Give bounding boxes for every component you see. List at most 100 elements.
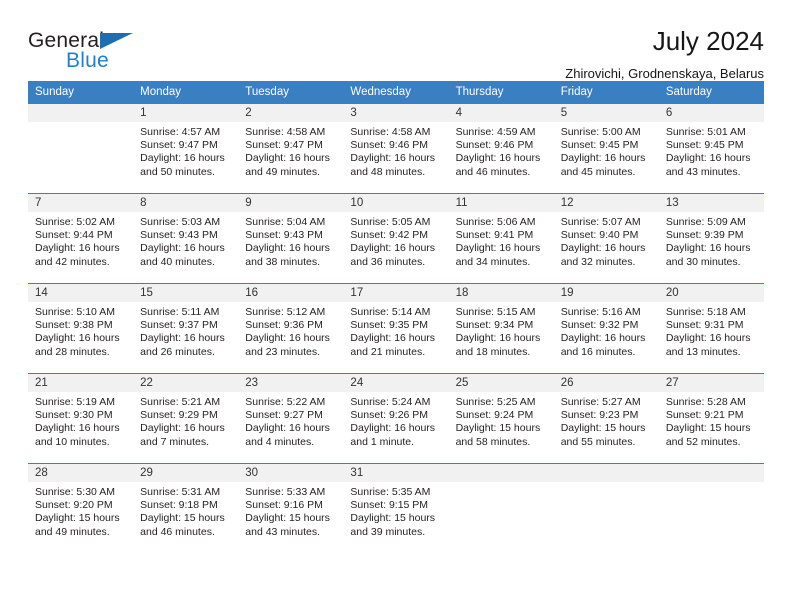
day-cell-content: 15 Sunrise: 5:11 AM Sunset: 9:37 PM Dayligh… (133, 284, 239, 373)
day-number: 21 (28, 374, 134, 392)
calendar-day-cell[interactable]: 13 Sunrise: 5:09 AM Sunset: 9:39 PM Dayligh… (658, 193, 764, 284)
day-details: Sunrise: 4:57 AM Sunset: 9:47 PM Daylight:… (133, 122, 238, 179)
daylight-text: Daylight: 16 hours (245, 422, 330, 435)
day-number: 16 (238, 284, 344, 302)
day-details: Sunrise: 5:14 AM Sunset: 9:35 PM Daylight:… (343, 302, 448, 359)
sunset-text: Sunset: 9:42 PM (350, 229, 429, 242)
daylight-text: Daylight: 16 hours (140, 242, 225, 255)
calendar-day-cell[interactable]: 8 Sunrise: 5:03 AM Sunset: 9:43 PM Daylight… (133, 193, 239, 284)
daylight-text: and 30 minutes. (665, 255, 741, 268)
calendar-day-cell[interactable]: 17 Sunrise: 5:14 AM Sunset: 9:35 PM Dayligh… (343, 283, 449, 374)
calendar-day-cell[interactable]: 29 Sunrise: 5:31 AM Sunset: 9:18 PM Dayligh… (133, 463, 239, 553)
day-cell-content: 16 Sunrise: 5:12 AM Sunset: 9:36 PM Dayligh… (238, 284, 344, 373)
daylight-text: and 23 minutes. (245, 345, 320, 358)
sunrise-text: Sunrise: 5:06 AM (455, 216, 536, 228)
day-number: 13 (658, 194, 764, 212)
sunset-text: Sunset: 9:16 PM (245, 499, 323, 512)
sunset-text: Sunset: 9:20 PM (35, 499, 113, 512)
general-blue-logo[interactable]: General Blue (28, 28, 140, 76)
daylight-text: and 46 minutes. (140, 525, 215, 538)
daylight-text: Daylight: 16 hours (455, 242, 541, 255)
day-cell-content: 8 Sunrise: 5:03 AM Sunset: 9:43 PM Daylight… (133, 194, 239, 283)
calendar-day-cell[interactable]: 28 Sunrise: 5:30 AM Sunset: 9:20 PM Dayligh… (28, 463, 134, 553)
day-details: Sunrise: 4:58 AM Sunset: 9:46 PM Daylight:… (343, 122, 448, 179)
calendar-day-cell[interactable]: 7 Sunrise: 5:02 AM Sunset: 9:44 PM Daylight… (28, 193, 134, 284)
calendar-day-cell[interactable]: 6 Sunrise: 5:01 AM Sunset: 9:45 PM Daylight… (658, 103, 764, 194)
day-number: 28 (28, 464, 134, 482)
sunrise-text: Sunrise: 5:01 AM (665, 126, 746, 138)
calendar-day-cell[interactable]: 4 Sunrise: 4:59 AM Sunset: 9:46 PM Daylight… (448, 103, 554, 194)
calendar-day-cell[interactable]: 10 Sunrise: 5:05 AM Sunset: 9:42 PM Dayligh… (343, 193, 449, 284)
day-number: 9 (238, 194, 344, 212)
calendar-day-cell[interactable]: 16 Sunrise: 5:12 AM Sunset: 9:36 PM Dayligh… (238, 283, 344, 374)
calendar-day-cell[interactable]: 21 Sunrise: 5:19 AM Sunset: 9:30 PM Dayligh… (28, 373, 134, 464)
daylight-text: Daylight: 16 hours (560, 332, 646, 345)
sunrise-text: Sunrise: 5:07 AM (560, 216, 641, 228)
calendar-day-cell[interactable]: 23 Sunrise: 5:22 AM Sunset: 9:27 PM Dayligh… (238, 373, 344, 464)
sunrise-text: Sunrise: 5:16 AM (560, 306, 641, 318)
day-number (448, 464, 554, 482)
day-cell-content: 1 Sunrise: 4:57 AM Sunset: 9:47 PM Daylight… (133, 104, 239, 193)
sunset-text: Sunset: 9:32 PM (560, 319, 639, 332)
daylight-text: and 55 minutes. (560, 435, 636, 448)
day-cell-content: 3 Sunrise: 4:58 AM Sunset: 9:46 PM Daylight… (343, 104, 449, 193)
daylight-text: Daylight: 16 hours (35, 242, 120, 255)
calendar-empty-cell (28, 103, 134, 194)
weekday-header-tuesday: Tuesday (238, 81, 344, 104)
calendar-day-cell[interactable]: 24 Sunrise: 5:24 AM Sunset: 9:26 PM Dayligh… (343, 373, 449, 464)
weekday-header-friday: Friday (553, 81, 659, 104)
daylight-text: Daylight: 16 hours (455, 332, 541, 345)
day-number: 12 (553, 194, 659, 212)
calendar-week-row: 14 Sunrise: 5:10 AM Sunset: 9:38 PM Dayligh… (28, 283, 764, 374)
calendar-day-cell[interactable]: 5 Sunrise: 5:00 AM Sunset: 9:45 PM Daylight… (553, 103, 659, 194)
calendar-day-cell[interactable]: 22 Sunrise: 5:21 AM Sunset: 9:29 PM Dayligh… (133, 373, 239, 464)
calendar-day-cell[interactable]: 19 Sunrise: 5:16 AM Sunset: 9:32 PM Dayligh… (553, 283, 659, 374)
daylight-text: and 49 minutes. (35, 525, 110, 538)
day-details: Sunrise: 5:04 AM Sunset: 9:43 PM Daylight:… (238, 212, 343, 269)
day-details (659, 482, 764, 486)
day-cell-content: 21 Sunrise: 5:19 AM Sunset: 9:30 PM Dayligh… (28, 374, 134, 463)
day-details: Sunrise: 5:00 AM Sunset: 9:45 PM Daylight:… (554, 122, 659, 179)
calendar-day-cell[interactable]: 14 Sunrise: 5:10 AM Sunset: 9:38 PM Dayligh… (28, 283, 134, 374)
calendar-day-cell[interactable]: 9 Sunrise: 5:04 AM Sunset: 9:43 PM Daylight… (238, 193, 344, 284)
day-cell-content: 10 Sunrise: 5:05 AM Sunset: 9:42 PM Dayligh… (343, 194, 449, 283)
sunrise-text: Sunrise: 5:03 AM (140, 216, 221, 228)
calendar-day-cell[interactable]: 31 Sunrise: 5:35 AM Sunset: 9:15 PM Dayligh… (343, 463, 449, 553)
logo-text-blue: Blue (66, 49, 109, 72)
page-header: General Blue July 2024 Zhirovichi, Grodn… (28, 0, 764, 81)
sunset-text: Sunset: 9:47 PM (140, 139, 218, 152)
sunrise-text: Sunrise: 5:12 AM (245, 306, 326, 318)
calendar-day-cell[interactable]: 2 Sunrise: 4:58 AM Sunset: 9:47 PM Daylight… (238, 103, 344, 194)
logo-triangle-icon (100, 33, 133, 49)
calendar-day-cell[interactable]: 12 Sunrise: 5:07 AM Sunset: 9:40 PM Dayligh… (553, 193, 659, 284)
daylight-text: Daylight: 16 hours (245, 242, 330, 255)
day-cell-content: 22 Sunrise: 5:21 AM Sunset: 9:29 PM Dayligh… (133, 374, 239, 463)
calendar-day-cell[interactable]: 26 Sunrise: 5:27 AM Sunset: 9:23 PM Dayligh… (553, 373, 659, 464)
sunrise-text: Sunrise: 5:24 AM (350, 396, 431, 408)
sunrise-text: Sunrise: 5:22 AM (245, 396, 326, 408)
day-details: Sunrise: 5:21 AM Sunset: 9:29 PM Daylight:… (133, 392, 238, 449)
daylight-text: Daylight: 16 hours (350, 242, 436, 255)
calendar-body: 1 Sunrise: 4:57 AM Sunset: 9:47 PM Daylight… (28, 103, 764, 553)
calendar-day-cell[interactable]: 15 Sunrise: 5:11 AM Sunset: 9:37 PM Dayligh… (133, 283, 239, 374)
daylight-text: and 58 minutes. (455, 435, 531, 448)
calendar-day-cell[interactable]: 1 Sunrise: 4:57 AM Sunset: 9:47 PM Daylight… (133, 103, 239, 194)
calendar-day-cell[interactable]: 25 Sunrise: 5:25 AM Sunset: 9:24 PM Dayligh… (448, 373, 554, 464)
daylight-text: and 45 minutes. (560, 165, 636, 178)
calendar-day-cell[interactable]: 18 Sunrise: 5:15 AM Sunset: 9:34 PM Dayligh… (448, 283, 554, 374)
logo-text-general: General (28, 29, 105, 52)
day-cell-content (448, 464, 554, 553)
daylight-text: Daylight: 16 hours (350, 422, 436, 435)
sunrise-text: Sunrise: 5:28 AM (665, 396, 746, 408)
calendar-day-cell[interactable]: 27 Sunrise: 5:28 AM Sunset: 9:21 PM Dayligh… (658, 373, 764, 464)
calendar-day-cell[interactable]: 11 Sunrise: 5:06 AM Sunset: 9:41 PM Dayligh… (448, 193, 554, 284)
day-cell-content: 25 Sunrise: 5:25 AM Sunset: 9:24 PM Dayligh… (448, 374, 554, 463)
sunrise-text: Sunrise: 4:57 AM (140, 126, 221, 138)
calendar-day-cell[interactable]: 30 Sunrise: 5:33 AM Sunset: 9:16 PM Dayligh… (238, 463, 344, 553)
sunrise-text: Sunrise: 5:33 AM (245, 486, 326, 498)
sunrise-text: Sunrise: 5:11 AM (140, 306, 220, 318)
sunset-text: Sunset: 9:34 PM (455, 319, 534, 332)
daylight-text: and 1 minute. (350, 435, 415, 448)
calendar-day-cell[interactable]: 20 Sunrise: 5:18 AM Sunset: 9:31 PM Dayligh… (658, 283, 764, 374)
calendar-day-cell[interactable]: 3 Sunrise: 4:58 AM Sunset: 9:46 PM Daylight… (343, 103, 449, 194)
